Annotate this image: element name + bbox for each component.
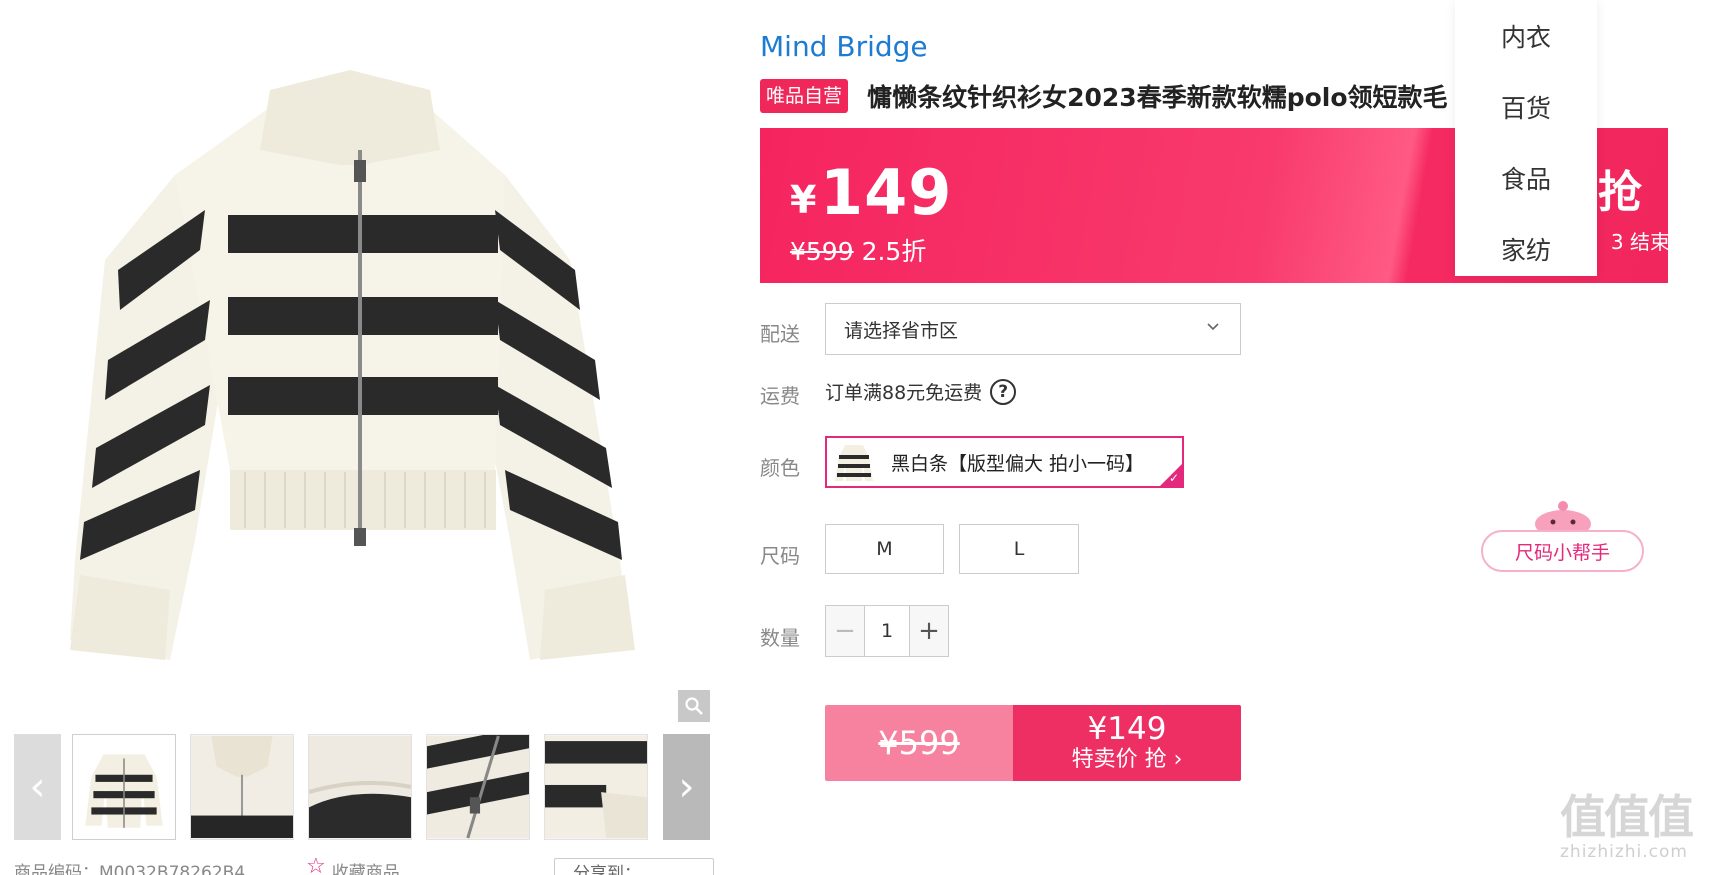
product-title: 慵懒条纹针织衫女2023春季新款软糯polo领短款毛 [867, 83, 1448, 112]
share-button[interactable]: 分享到： [554, 858, 714, 875]
color-option-label: 黑白条【版型偏大 拍小一码】 [891, 452, 1145, 475]
buy-sale-text: 特卖价 抢 › [1071, 747, 1183, 772]
mascot-icon [1535, 501, 1591, 534]
size-helper-button[interactable]: 尺码小帮手 [1481, 498, 1644, 574]
product-title-row: 唯品自营 慵懒条纹针织衫女2023春季新款软糯polo领短款毛 [760, 78, 1460, 114]
quantity-input[interactable]: 1 [864, 606, 910, 656]
thumbnail-4[interactable] [426, 734, 530, 840]
shipping-info: 订单满88元免运费 ? [825, 378, 1017, 405]
star-icon: ☆ [306, 858, 326, 875]
self-operated-badge: 唯品自营 [760, 79, 849, 113]
buy-now-button[interactable]: ¥599 ¥149 特卖价 抢 › [825, 705, 1241, 781]
discount-rate: 2.5折 [861, 237, 927, 266]
color-option-selected[interactable]: 黑白条【版型偏大 拍小一码】 ✓ [825, 436, 1184, 488]
chevron-down-icon [1206, 316, 1220, 338]
brand-link[interactable]: Mind Bridge [760, 30, 928, 63]
watermark-logo: 值值值 [1560, 790, 1694, 844]
buy-sale-price: ¥149 [1087, 711, 1167, 747]
flash-sale-title: 抢 [1598, 167, 1642, 218]
region-select[interactable]: 请选择省市区 [825, 303, 1241, 355]
menu-item-general-goods[interactable]: 百货 [1455, 71, 1597, 142]
size-option-l[interactable]: L [959, 524, 1079, 574]
thumbnail-strip: ‹ › [14, 734, 710, 840]
thumbnail-prev-button[interactable]: ‹ [14, 734, 61, 840]
size-label: 尺码 [760, 544, 800, 568]
color-swatch-thumbnail [831, 439, 877, 485]
watermark-url: zhizhizhi.com [1560, 842, 1688, 862]
price-value: 149 [820, 156, 953, 229]
magnifier-icon [685, 697, 703, 715]
quantity-decrease-button[interactable]: − [826, 606, 864, 656]
shipping-label: 运费 [760, 384, 800, 408]
buy-sale-block: ¥149 特卖价 抢 › [1013, 705, 1241, 781]
buy-original-price: ¥599 [825, 705, 1013, 781]
main-product-image[interactable] [0, 0, 720, 720]
quantity-increase-button[interactable]: + [910, 606, 948, 656]
checkmark-icon: ✓ [1168, 471, 1179, 485]
price-currency: ¥ [790, 178, 817, 222]
original-price-row: ¥599 2.5折 [790, 232, 926, 268]
menu-item-food[interactable]: 食品 [1455, 142, 1597, 213]
delivery-label: 配送 [760, 322, 800, 346]
site-watermark: 值值值 zhizhizhi.com [1560, 792, 1710, 875]
product-code: 商品编码：M0032B78262B4 [14, 863, 246, 875]
question-icon[interactable]: ? [990, 378, 1017, 405]
product-meta-bar: 商品编码：M0032B78262B4 ☆ 收藏商品 分享到： [14, 858, 714, 875]
thumbnail-list [72, 734, 648, 840]
size-option-m[interactable]: M [825, 524, 944, 574]
menu-item-underwear[interactable]: 内衣 [1455, 0, 1597, 71]
thumbnail-3[interactable] [308, 734, 412, 840]
shipping-text: 订单满88元免运费 [825, 382, 983, 404]
quantity-stepper: − 1 + [825, 605, 949, 657]
size-helper-label: 尺码小帮手 [1481, 530, 1644, 572]
favorite-button[interactable]: ☆ 收藏商品 [306, 858, 400, 875]
category-dropdown-menu: 内衣 百货 食品 家纺 [1455, 0, 1597, 276]
original-price: ¥599 [790, 237, 854, 266]
thumbnail-5[interactable] [544, 734, 648, 840]
favorite-label: 收藏商品 [331, 863, 400, 875]
region-select-value: 请选择省市区 [844, 319, 959, 342]
thumbnail-2[interactable] [190, 734, 294, 840]
color-label: 颜色 [760, 456, 800, 480]
menu-item-home-textile[interactable]: 家纺 [1455, 213, 1597, 284]
thumbnail-1[interactable] [72, 734, 176, 840]
striped-cardigan-image [0, 0, 720, 720]
zoom-button[interactable] [678, 690, 710, 722]
quantity-label: 数量 [760, 626, 800, 650]
thumbnail-next-button[interactable]: › [663, 734, 710, 840]
